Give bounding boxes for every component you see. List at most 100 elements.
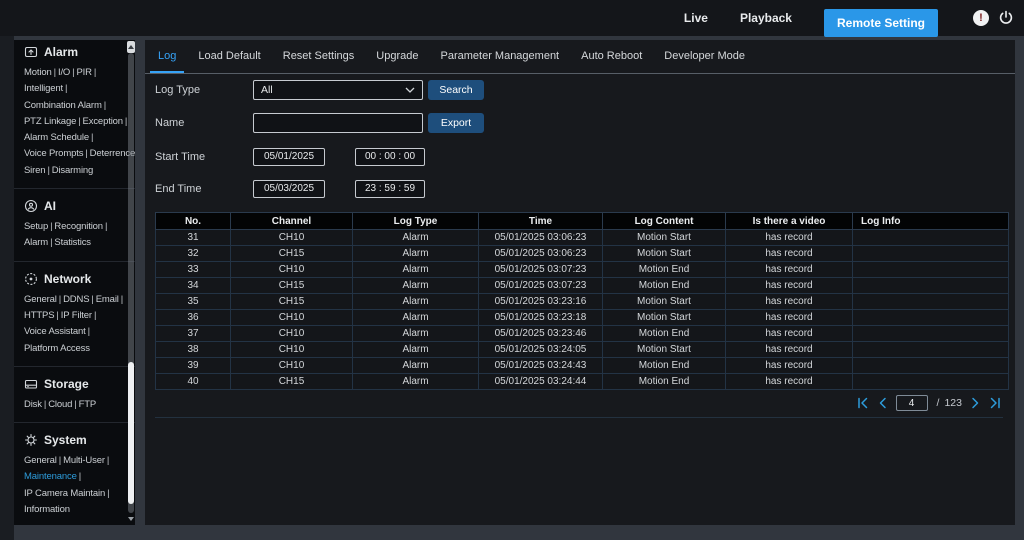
export-button[interactable]: Export xyxy=(428,113,484,133)
sidebar-item-exception[interactable]: Exception xyxy=(83,116,124,127)
sidebar-item-general[interactable]: General xyxy=(24,294,57,305)
sidebar-item-ip-filter[interactable]: IP Filter xyxy=(61,310,92,321)
section-title-ai: AI xyxy=(44,199,56,214)
table-row[interactable]: 34 CH15 Alarm 05/01/2025 03:07:23 Motion End… xyxy=(155,277,1009,294)
nav-remote-setting[interactable]: Remote Setting xyxy=(823,9,938,37)
table-cell: CH10 xyxy=(230,357,353,374)
sidebar-item-ftp[interactable]: FTP xyxy=(79,399,97,410)
nav-playback[interactable]: Playback xyxy=(740,11,792,25)
table-row[interactable]: 32 CH15 Alarm 05/01/2025 03:06:23 Motion Sta… xyxy=(155,245,1009,262)
table-cell: CH10 xyxy=(230,325,353,342)
table-cell xyxy=(852,277,1009,294)
power-icon[interactable] xyxy=(998,10,1014,26)
sidebar-item-disk[interactable]: Disk xyxy=(24,399,42,410)
sidebar-item-intelligent[interactable]: Intelligent xyxy=(24,83,63,94)
sidebar-item-recognition[interactable]: Recognition xyxy=(54,221,103,232)
log-type-select[interactable]: All xyxy=(253,80,423,100)
sidebar-scrollbar[interactable] xyxy=(127,40,135,525)
tab-load-default[interactable]: Load Default xyxy=(187,40,271,73)
last-page-icon[interactable] xyxy=(989,397,1001,409)
table-row[interactable]: 35 CH15 Alarm 05/01/2025 03:23:16 Motion Sta… xyxy=(155,293,1009,310)
sidebar-item-https[interactable]: HTTPS xyxy=(24,310,55,321)
end-time-input[interactable]: 23 : 59 : 59 xyxy=(355,180,425,198)
sidebar-line: Motion | I/O | PIR | xyxy=(14,65,135,81)
col-header-no: No. xyxy=(155,212,231,230)
topbar: Live Playback Remote Setting ! xyxy=(0,0,1024,37)
end-date-input[interactable]: 05/03/2025 xyxy=(253,180,325,198)
tab-upgrade[interactable]: Upgrade xyxy=(365,40,429,73)
tab-auto-reboot[interactable]: Auto Reboot xyxy=(570,40,653,73)
sidebar-item-alarm[interactable]: Alarm xyxy=(24,237,48,248)
search-button[interactable]: Search xyxy=(428,80,484,100)
sidebar-item-general[interactable]: General xyxy=(24,455,57,466)
sidebar-section-ai: AI Setup | Recognition | Alarm | Statistics xyxy=(14,188,135,261)
sidebar-item-maintenance[interactable]: Maintenance xyxy=(24,471,77,482)
sidebar-line: Maintenance | xyxy=(14,469,135,485)
sidebar-item-pir[interactable]: PIR xyxy=(77,67,93,78)
section-header-ai[interactable]: AI xyxy=(14,196,135,219)
sidebar-item-motion[interactable]: Motion xyxy=(24,67,52,78)
sidebar-item-ptz-linkage[interactable]: PTZ Linkage xyxy=(24,116,76,127)
start-time-input[interactable]: 00 : 00 : 00 xyxy=(355,148,425,166)
table-cell: Motion Start xyxy=(602,229,726,246)
page-separator: / xyxy=(936,397,940,409)
sidebar-item-statistics[interactable]: Statistics xyxy=(54,237,91,248)
separator: | xyxy=(47,164,50,176)
ai-icon xyxy=(24,199,38,213)
table-row[interactable]: 31 CH10 Alarm 05/01/2025 03:06:23 Motion Sta… xyxy=(155,229,1009,246)
table-cell: 05/01/2025 03:23:18 xyxy=(478,309,603,326)
prev-page-icon[interactable] xyxy=(878,397,887,409)
table-cell: Motion Start xyxy=(602,293,726,310)
nav-live[interactable]: Live xyxy=(684,11,708,25)
sidebar-item-information[interactable]: Information xyxy=(24,504,70,515)
table-row[interactable]: 36 CH10 Alarm 05/01/2025 03:23:18 Motion Sta… xyxy=(155,309,1009,326)
sidebar-item-cloud[interactable]: Cloud xyxy=(48,399,72,410)
tab-log[interactable]: Log xyxy=(147,40,187,73)
name-input[interactable] xyxy=(253,113,423,133)
table-cell: has record xyxy=(725,245,853,262)
sidebar-section-alarm: Alarm Motion | I/O | PIR | Intelligent | Combinat… xyxy=(14,40,135,188)
table-cell xyxy=(852,293,1009,310)
table-row[interactable]: 38 CH10 Alarm 05/01/2025 03:24:05 Motion Sta… xyxy=(155,341,1009,358)
sidebar-item-siren[interactable]: Siren xyxy=(24,165,46,176)
sidebar-item-platform-access[interactable]: Platform Access xyxy=(24,343,90,354)
table-cell: 05/01/2025 03:23:16 xyxy=(478,293,603,310)
section-header-system[interactable]: System xyxy=(14,430,135,453)
tab-developer-mode[interactable]: Developer Mode xyxy=(653,40,756,73)
table-row[interactable]: 37 CH10 Alarm 05/01/2025 03:23:46 Motion End… xyxy=(155,325,1009,342)
tab-reset-settings[interactable]: Reset Settings xyxy=(272,40,366,73)
section-header-storage[interactable]: Storage xyxy=(14,374,135,397)
sidebar-item-ddns[interactable]: DDNS xyxy=(63,294,89,305)
sidebar-item-setup[interactable]: Setup xyxy=(24,221,48,232)
table-row[interactable]: 33 CH10 Alarm 05/01/2025 03:07:23 Motion End… xyxy=(155,261,1009,278)
sidebar-item-email[interactable]: Email xyxy=(96,294,119,305)
sidebar-item-ip-camera-maintain[interactable]: IP Camera Maintain xyxy=(24,488,105,499)
first-page-icon[interactable] xyxy=(857,397,869,409)
scroll-down-icon[interactable] xyxy=(127,515,135,523)
table-cell: 38 xyxy=(155,341,231,358)
next-page-icon[interactable] xyxy=(971,397,980,409)
sidebar-item-alarm-schedule[interactable]: Alarm Schedule xyxy=(24,132,89,143)
sidebar-item-voice-prompts[interactable]: Voice Prompts xyxy=(24,148,83,159)
scrollbar-thumb[interactable] xyxy=(128,362,134,504)
scroll-up-icon[interactable] xyxy=(127,41,135,53)
sidebar-item-combination-alarm[interactable]: Combination Alarm xyxy=(24,100,102,111)
sidebar-item-voice-assistant[interactable]: Voice Assistant xyxy=(24,326,86,337)
start-date-input[interactable]: 05/01/2025 xyxy=(253,148,325,166)
table-cell: has record xyxy=(725,373,853,390)
tab-parameter-management[interactable]: Parameter Management xyxy=(430,40,571,73)
sidebar-item-i-o[interactable]: I/O xyxy=(58,67,70,78)
pagination: / 123 xyxy=(857,394,1001,412)
sidebar-item-multi-user[interactable]: Multi-User xyxy=(63,455,105,466)
table-cell: Motion End xyxy=(602,373,726,390)
section-header-alarm[interactable]: Alarm xyxy=(14,42,135,65)
log-type-label: Log Type xyxy=(155,84,201,96)
section-header-network[interactable]: Network xyxy=(14,269,135,292)
sidebar: Alarm Motion | I/O | PIR | Intelligent | Combinat… xyxy=(14,40,135,525)
sidebar-line: Siren | Disarming xyxy=(14,163,135,179)
sidebar-item-disarming[interactable]: Disarming xyxy=(52,165,94,176)
alert-icon[interactable]: ! xyxy=(973,10,989,26)
page-input[interactable] xyxy=(895,395,928,411)
table-row[interactable]: 39 CH10 Alarm 05/01/2025 03:24:43 Motion End… xyxy=(155,357,1009,374)
table-row[interactable]: 40 CH15 Alarm 05/01/2025 03:24:44 Motion End… xyxy=(155,373,1009,390)
